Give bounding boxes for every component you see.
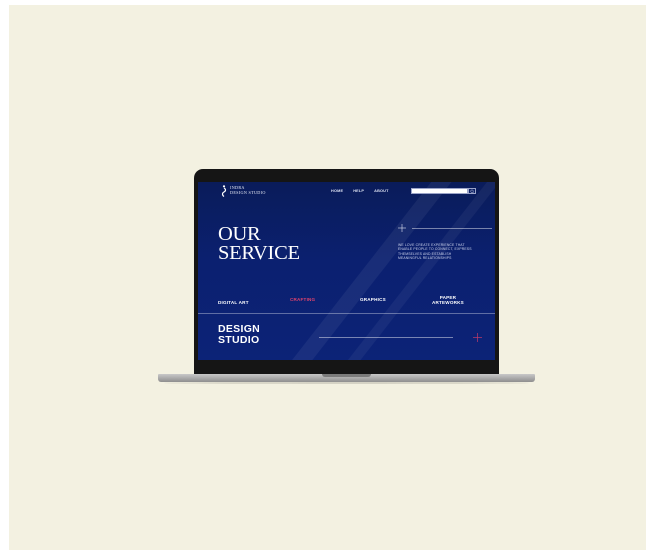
plus-icon[interactable] bbox=[473, 333, 482, 342]
section-divider bbox=[198, 313, 495, 314]
brand-name: INDRA DESIGN STUDIO bbox=[230, 185, 266, 195]
search-icon bbox=[470, 189, 475, 194]
hero-title: OUR SERVICE bbox=[218, 223, 300, 264]
nav-item-help[interactable]: HELP bbox=[353, 189, 364, 193]
service-graphics[interactable]: GRAPHICS bbox=[360, 297, 386, 303]
service-digital-art[interactable]: DIGITAL ART bbox=[218, 300, 249, 306]
search-input[interactable] bbox=[411, 188, 468, 194]
brand-logo-icon bbox=[221, 185, 227, 197]
hero-description: WE LOVE CREATE EXPERIENCE THAT ENABLE PE… bbox=[398, 243, 472, 261]
brand-logo[interactable]: INDRA DESIGN STUDIO bbox=[221, 185, 280, 197]
laptop-notch bbox=[322, 374, 371, 377]
plus-icon bbox=[398, 224, 406, 232]
search-button[interactable] bbox=[468, 188, 476, 194]
main-nav: HOME HELP ABOUT bbox=[331, 189, 389, 193]
website-screen: INDRA DESIGN STUDIO HOME HELP ABOUT OUR … bbox=[198, 182, 495, 360]
decorative-line bbox=[319, 337, 453, 338]
studio-title: DESIGN STUDIO bbox=[218, 323, 261, 346]
page-background: INDRA DESIGN STUDIO HOME HELP ABOUT OUR … bbox=[9, 5, 646, 550]
decorative-line bbox=[412, 228, 492, 229]
service-crafting[interactable]: CRAFTING bbox=[290, 297, 315, 303]
laptop-shadow bbox=[164, 382, 529, 384]
service-paper-artworks[interactable]: PAPER ARTEWORKS bbox=[432, 295, 464, 306]
services-row: DIGITAL ART CRAFTING GRAPHICS PAPER ARTE… bbox=[198, 295, 495, 313]
laptop-lid: INDRA DESIGN STUDIO HOME HELP ABOUT OUR … bbox=[194, 169, 499, 374]
nav-item-home[interactable]: HOME bbox=[331, 189, 343, 193]
nav-item-about[interactable]: ABOUT bbox=[374, 189, 389, 193]
laptop-mockup: INDRA DESIGN STUDIO HOME HELP ABOUT OUR … bbox=[158, 162, 535, 390]
